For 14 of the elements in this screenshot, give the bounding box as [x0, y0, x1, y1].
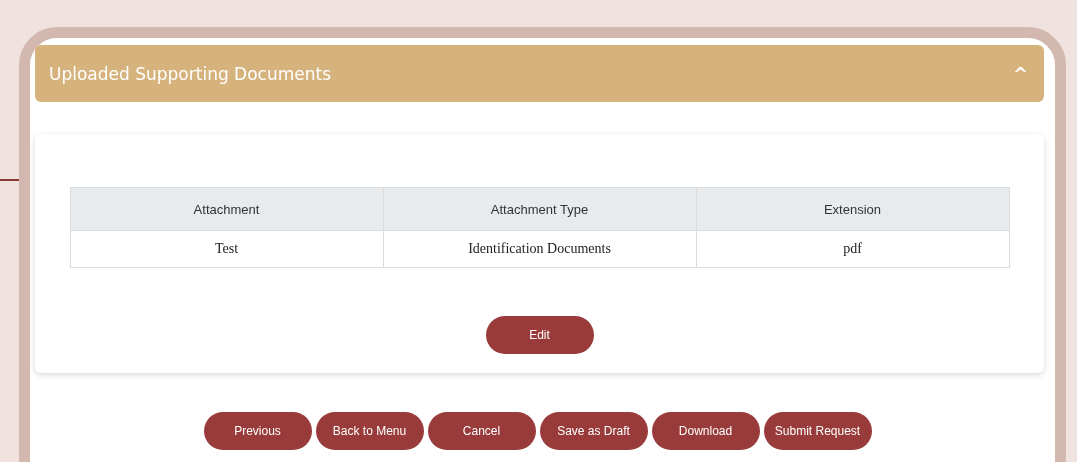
action-button[interactable]: Previous	[203, 412, 312, 450]
column-header: Extension	[696, 187, 1009, 231]
table-cell: Test	[70, 230, 383, 268]
section-title: Uploaded Supporting Documents	[49, 63, 332, 84]
column-header: Attachment Type	[383, 187, 696, 231]
action-button[interactable]: Save as Draft	[539, 412, 648, 450]
table-cell: Identification Documents	[383, 230, 696, 268]
action-button[interactable]: Submit Request	[763, 412, 872, 450]
edit-button[interactable]: Edit	[485, 316, 594, 354]
action-button[interactable]: Cancel	[427, 412, 536, 450]
table-cell: pdf	[696, 230, 1009, 268]
action-button[interactable]: Back to Menu	[315, 412, 424, 450]
column-header: Attachment	[70, 187, 383, 231]
action-button[interactable]: Download	[651, 412, 760, 450]
